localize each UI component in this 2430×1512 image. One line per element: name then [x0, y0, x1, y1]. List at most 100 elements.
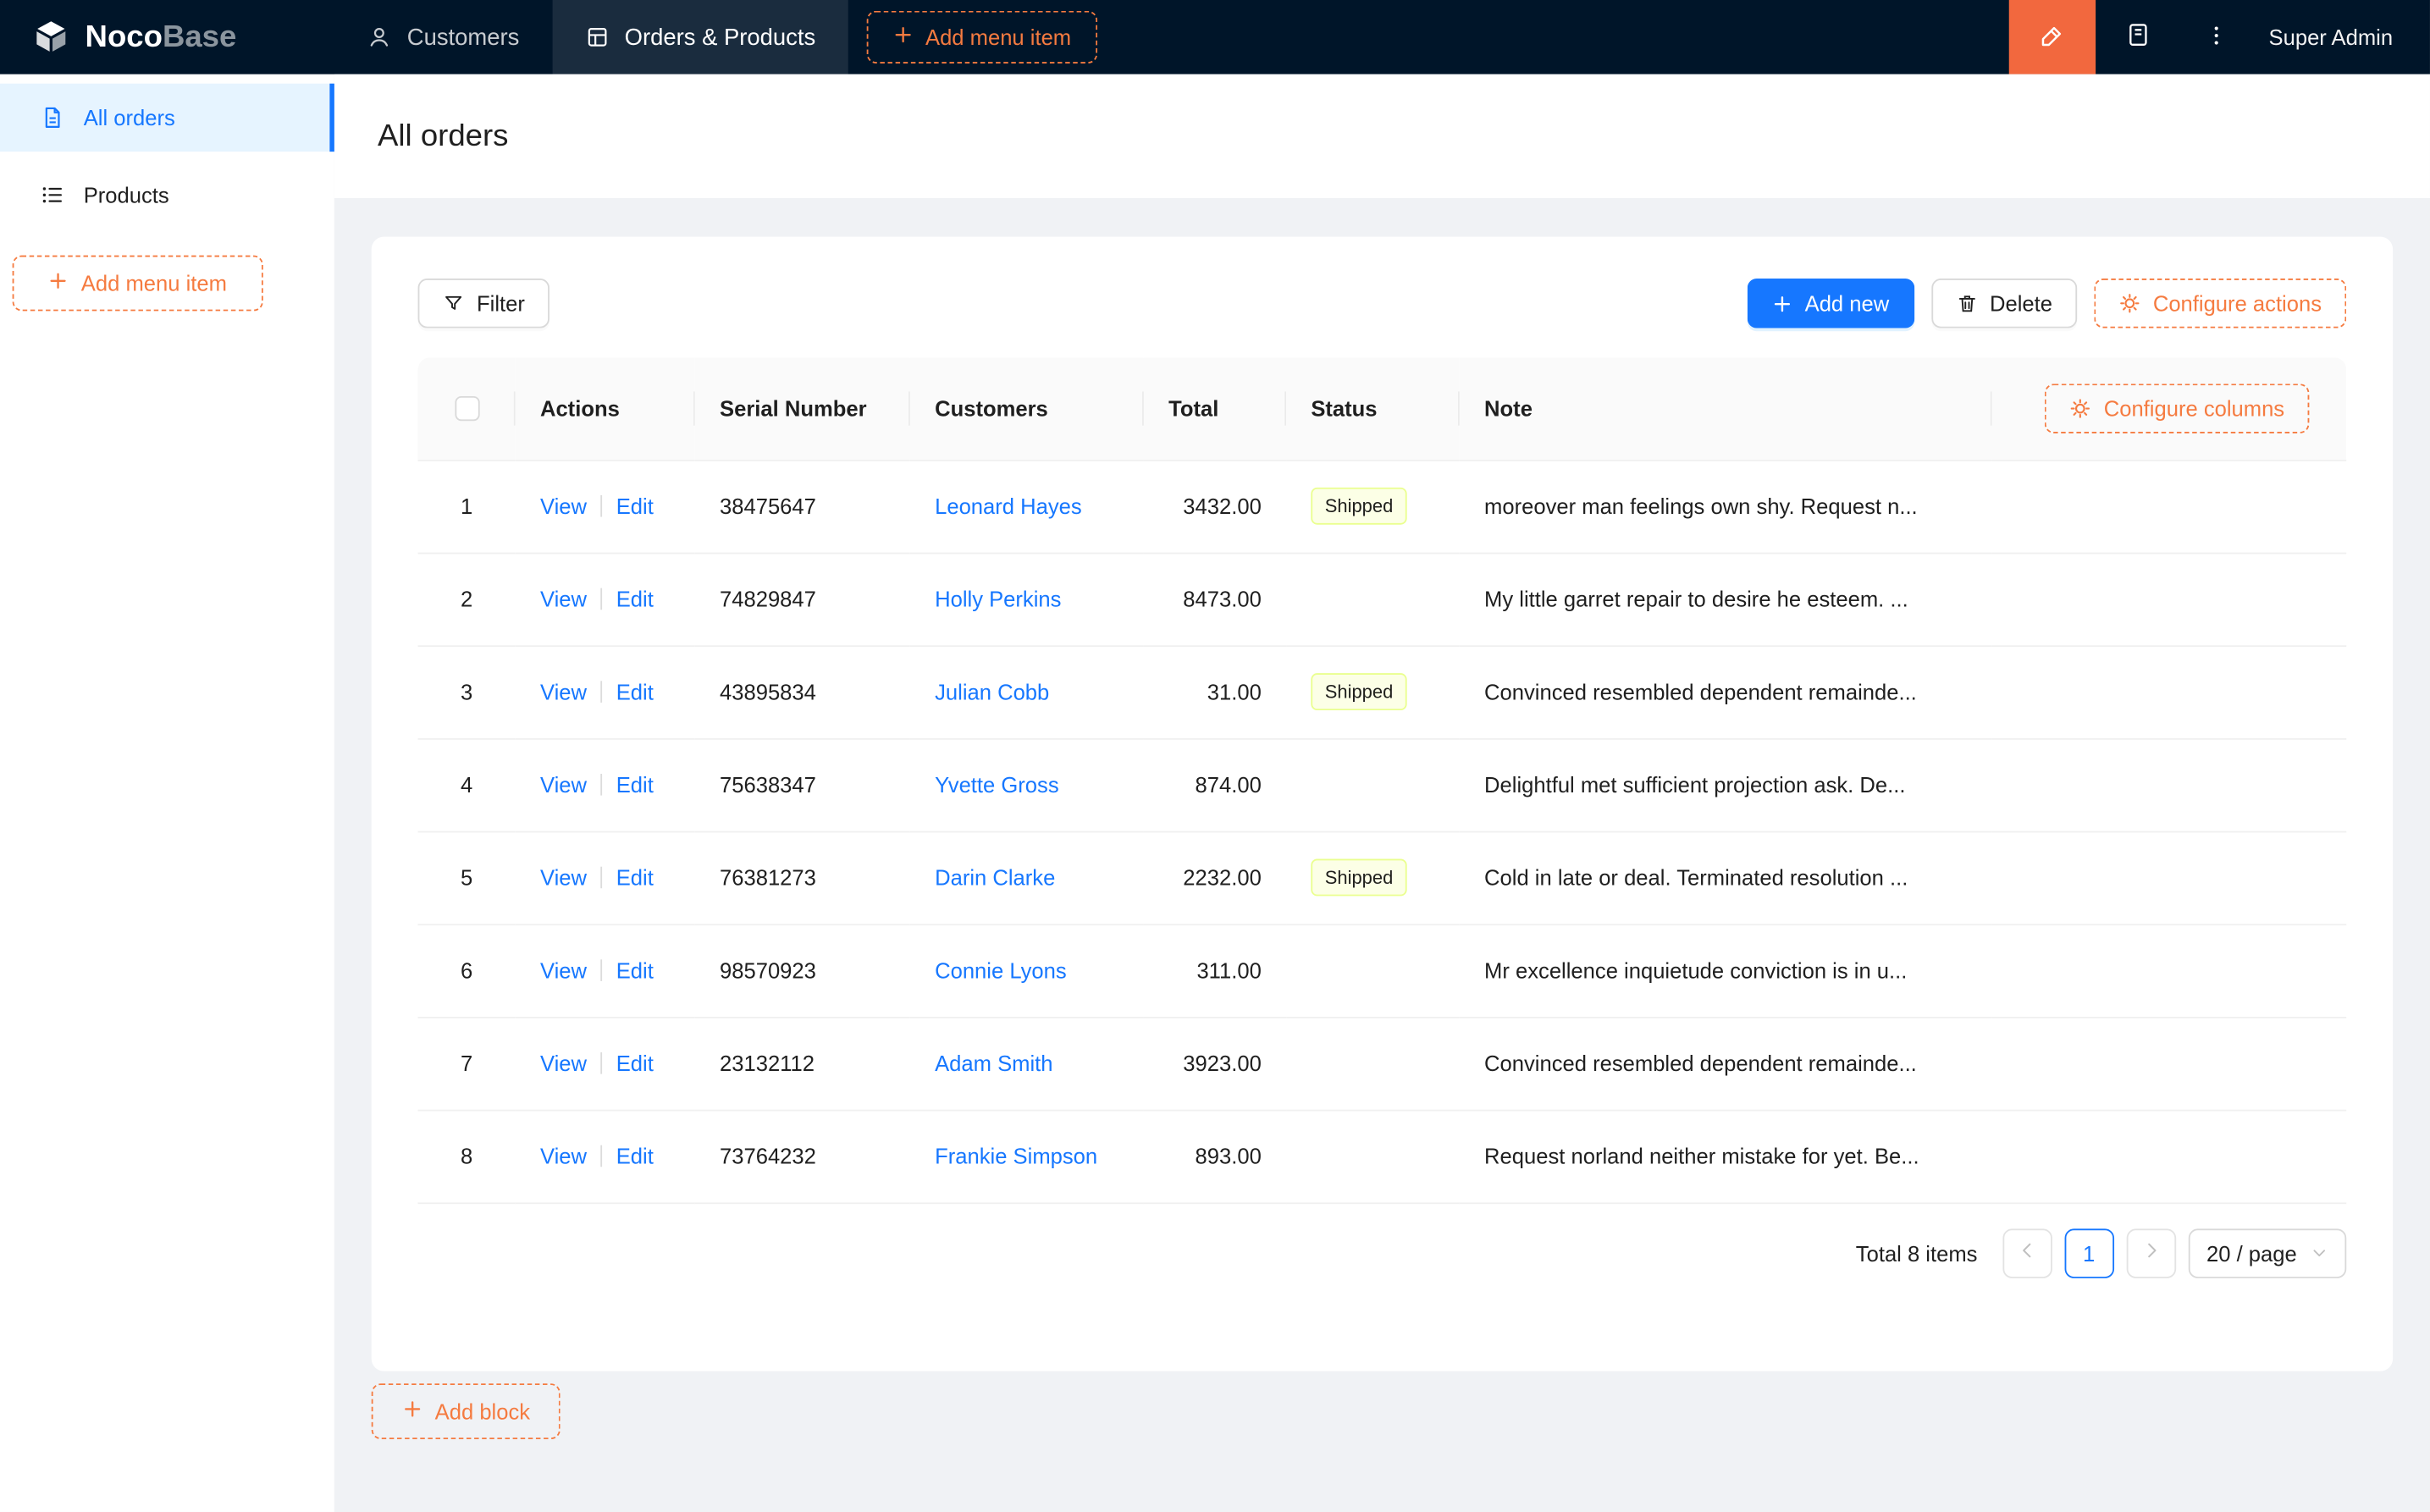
user-menu[interactable]: Super Admin [2251, 0, 2430, 74]
action-divider [600, 1052, 602, 1074]
pagination-total: Total 8 items [1856, 1240, 1978, 1265]
collections-icon [2125, 22, 2151, 53]
collections-button[interactable] [2096, 0, 2182, 74]
edit-link[interactable]: Edit [616, 958, 654, 983]
gear-icon [2119, 292, 2141, 314]
edit-link[interactable]: Edit [616, 679, 654, 704]
delete-icon [1956, 292, 1978, 314]
total-value: 874.00 [1196, 772, 1262, 797]
add-block-label: Add block [435, 1399, 530, 1423]
sidebar-item-label: All orders [84, 105, 175, 130]
select-all-checkbox[interactable] [455, 397, 479, 422]
edit-link[interactable]: Edit [616, 1051, 654, 1075]
nav-tab-orders-products[interactable]: Orders & Products [552, 0, 848, 74]
pagination-prev-button[interactable] [2002, 1228, 2052, 1277]
highlighter-icon [2038, 21, 2066, 53]
sidebar-item-all-orders[interactable]: All orders [0, 84, 334, 152]
serial-number: 74829847 [720, 587, 816, 611]
view-link[interactable]: View [540, 494, 587, 518]
nav-tab-label: Customers [407, 24, 520, 50]
customer-link[interactable]: Frankie Simpson [935, 1144, 1097, 1168]
header-add-menu-item-button[interactable]: Add menu item [867, 11, 1098, 63]
kebab-menu-icon [2204, 23, 2228, 52]
total-value: 31.00 [1207, 679, 1262, 704]
nav-tab-customers[interactable]: Customers [334, 0, 552, 74]
column-header-actions: Actions [516, 357, 695, 460]
customer-link[interactable]: Darin Clarke [935, 865, 1055, 890]
file-icon [41, 105, 65, 130]
total-value: 311.00 [1196, 958, 1261, 983]
customer-link[interactable]: Yvette Gross [935, 772, 1059, 797]
customer-link[interactable]: Adam Smith [935, 1051, 1052, 1075]
plus-icon [402, 1399, 422, 1423]
edit-link[interactable]: Edit [616, 587, 654, 611]
note-text: Mr excellence inquietude conviction is i… [1484, 958, 1907, 983]
table-row: 4 ViewEdit 75638347 Yvette Gross 874.00 … [418, 738, 2347, 831]
pagination-next-button[interactable] [2126, 1228, 2175, 1277]
chevron-left-icon [2018, 1241, 2036, 1264]
app-body: All orders Products Add menu item Al [0, 74, 2430, 1512]
row-index: 7 [461, 1051, 472, 1075]
edit-link[interactable]: Edit [616, 1144, 654, 1168]
orders-products-icon [584, 25, 609, 49]
table-row: 2 View Edit 74829847 Holly Perkins 8473.0… [418, 553, 2347, 646]
view-link[interactable]: View [540, 772, 587, 797]
note-text: Convinced resembled dependent remainde..… [1484, 679, 1917, 704]
sidebar-add-menu-item-button[interactable]: Add menu item [13, 256, 263, 312]
total-value: 3923.00 [1183, 1051, 1262, 1075]
logo-text-light: Base [163, 19, 236, 53]
configure-columns-button[interactable]: Configure columns [2045, 384, 2309, 433]
chevron-down-icon [2311, 1244, 2328, 1261]
page-size-select[interactable]: 20 / page [2188, 1228, 2346, 1277]
status-badge: Shipped [1311, 859, 1406, 897]
pagination-page-1[interactable]: 1 [2064, 1228, 2113, 1277]
view-link[interactable]: View [540, 1051, 587, 1075]
delete-button[interactable]: Delete [1931, 279, 2078, 328]
view-link[interactable]: View [540, 865, 587, 890]
ui-editor-button[interactable] [2008, 0, 2095, 74]
table-row: 8 ViewEdit 73764232 Frankie Simpson 893.… [418, 1110, 2347, 1203]
edit-link[interactable]: Edit [616, 865, 654, 890]
column-header-note: Note [1460, 357, 1992, 460]
total-value: 2232.00 [1183, 865, 1262, 890]
view-link[interactable]: View [540, 679, 587, 704]
table-header-row: Actions Serial Number Customers Total St… [418, 357, 2347, 460]
sidebar-item-products[interactable]: Products [0, 161, 334, 229]
customer-link[interactable]: Leonard Hayes [935, 494, 1082, 518]
view-link[interactable]: View [540, 958, 587, 983]
plus-icon [1772, 293, 1792, 313]
sidebar-item-label: Products [84, 183, 169, 207]
customer-link[interactable]: Julian Cobb [935, 679, 1049, 704]
column-header-status: Status [1286, 357, 1460, 460]
table-row: 1 ViewEdit 38475647 Leonard Hayes 3432.0… [418, 460, 2347, 553]
filter-button[interactable]: Filter [418, 279, 550, 328]
configure-actions-button[interactable]: Configure actions [2094, 279, 2346, 328]
serial-number: 98570923 [720, 958, 816, 983]
view-link[interactable]: View [540, 1144, 587, 1168]
note-text: Request norland neither mistake for yet.… [1484, 1144, 1919, 1168]
serial-number: 43895834 [720, 679, 816, 704]
edit-link[interactable]: Edit [616, 494, 654, 518]
header-spacer [1097, 0, 2008, 74]
filter-icon [443, 292, 465, 314]
status-badge: Shipped [1311, 673, 1406, 710]
total-value: 8473.00 [1183, 587, 1262, 611]
customer-link[interactable]: Connie Lyons [935, 958, 1067, 983]
row-index: 2 [461, 587, 472, 611]
orders-table: Actions Serial Number Customers Total St… [418, 357, 2347, 1203]
toolbar-right: Add new Delete [1748, 279, 2346, 328]
add-block-button[interactable]: Add block [372, 1382, 561, 1438]
column-header-customers: Customers [910, 357, 1144, 460]
page-content: Filter Add new [334, 198, 2430, 1512]
more-button[interactable] [2182, 0, 2250, 74]
customer-link[interactable]: Holly Perkins [935, 587, 1061, 611]
note-text: My little garret repair to desire he est… [1484, 587, 1908, 611]
table-toolbar: Filter Add new [418, 279, 2347, 328]
table-row: 7 ViewEdit 23132112 Adam Smith 3923.00 C… [418, 1017, 2347, 1110]
edit-link[interactable]: Edit [616, 772, 654, 797]
add-new-button[interactable]: Add new [1748, 279, 1914, 328]
view-link[interactable]: View [540, 587, 587, 611]
nocobase-logo[interactable]: NocoBase [0, 0, 334, 74]
configure-actions-label: Configure actions [2153, 291, 2322, 316]
table-row: 3 ViewEdit 43895834 Julian Cobb 31.00 Sh… [418, 645, 2347, 738]
